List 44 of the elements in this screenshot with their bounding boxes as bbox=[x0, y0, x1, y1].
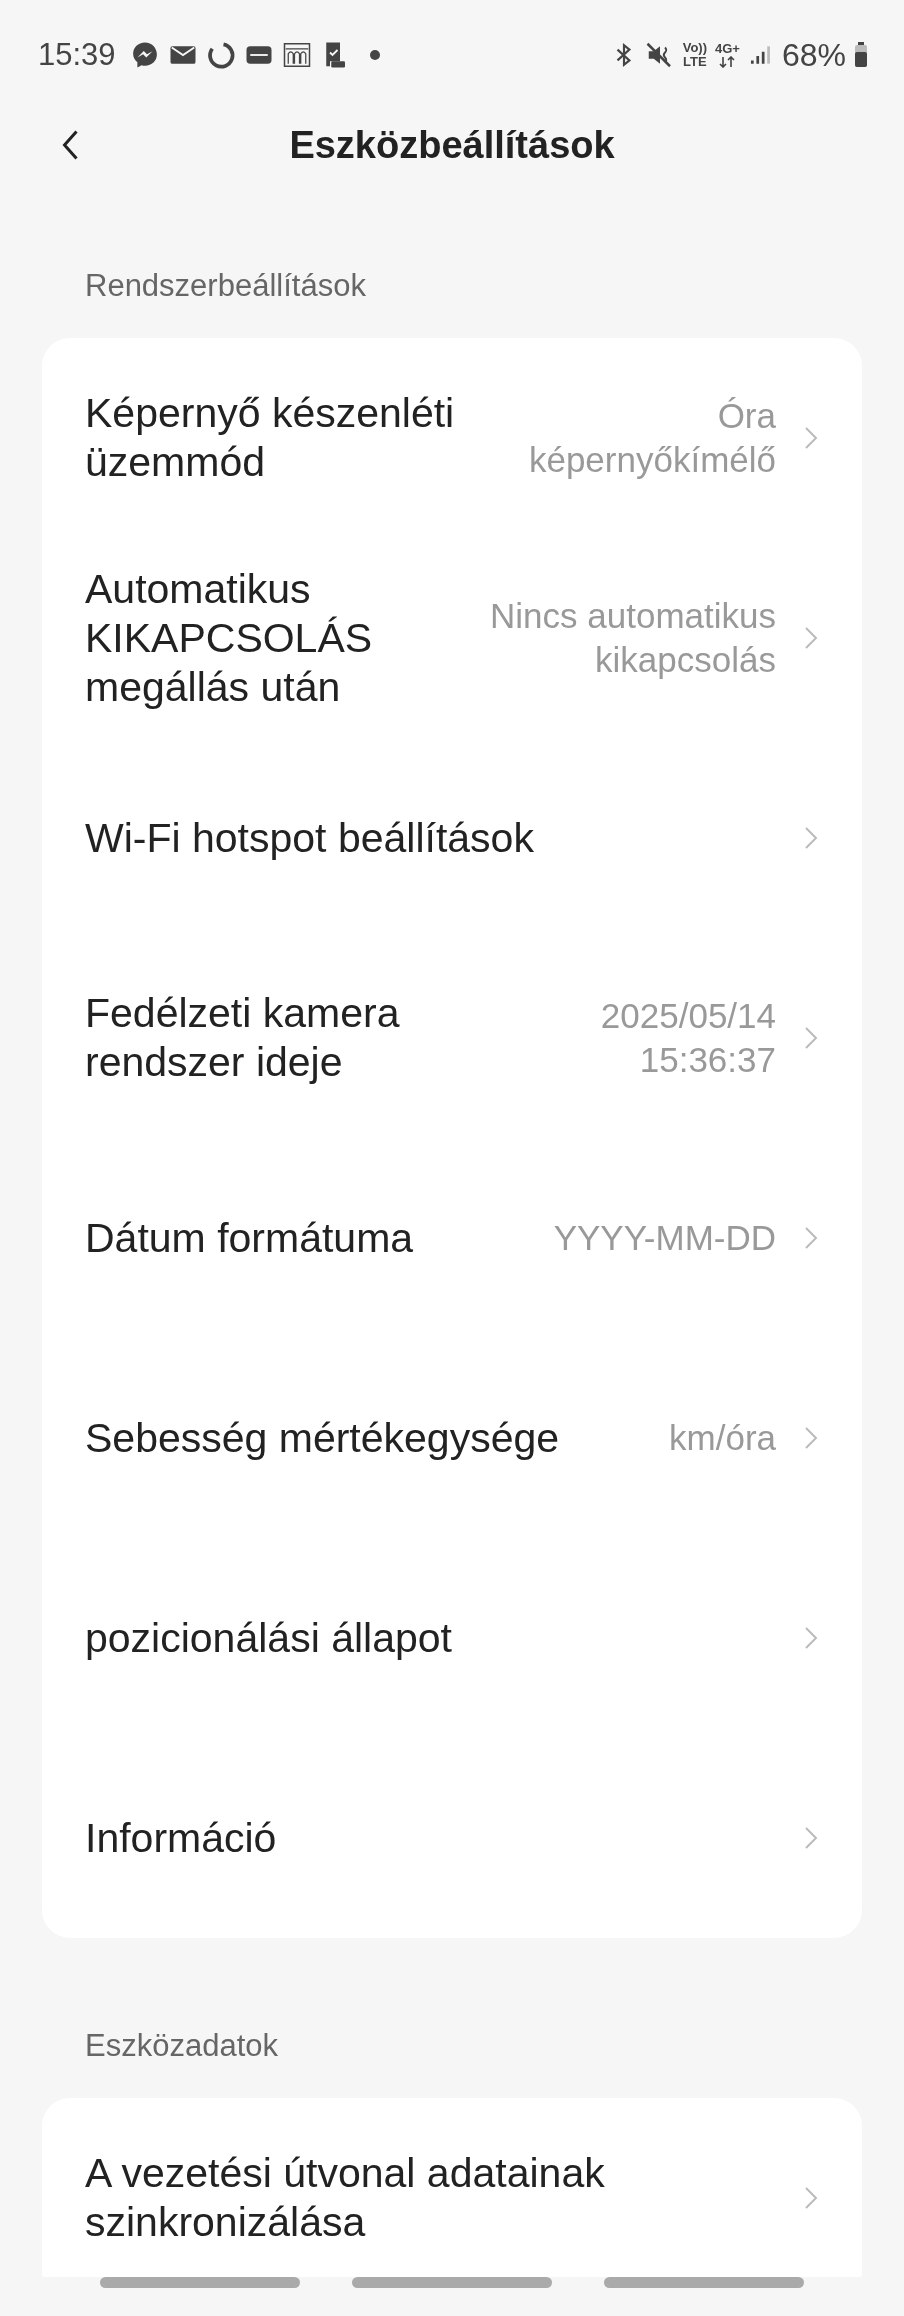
chevron-icon bbox=[804, 1426, 818, 1450]
setting-label: Sebesség mértékegysége bbox=[85, 1413, 561, 1463]
page-title: Eszközbeállítások bbox=[289, 123, 615, 167]
gallery-icon bbox=[281, 40, 312, 70]
chevron-icon bbox=[804, 1626, 818, 1650]
ring-icon bbox=[205, 40, 236, 70]
chevron-icon bbox=[804, 426, 818, 450]
volte-indicator: Vo)) LTE bbox=[682, 41, 707, 69]
battery-icon bbox=[854, 41, 868, 69]
setting-label: Wi-Fi hotspot beállítások bbox=[85, 813, 535, 863]
chevron-icon bbox=[804, 826, 818, 850]
setting-label: Fedélzeti kamera rendszer ideje bbox=[85, 989, 401, 1087]
settings-row[interactable]: pozicionálási állapot bbox=[42, 1538, 862, 1738]
settings-row[interactable]: A vezetési útvonal adatainak szinkronizálása bbox=[42, 2098, 862, 2277]
settings-row[interactable]: Dátum formátuma YYYY-MM-DD bbox=[42, 1138, 862, 1338]
settings-row[interactable]: Információ bbox=[42, 1738, 862, 1938]
chevron-icon bbox=[804, 626, 818, 650]
dot-icon bbox=[369, 50, 380, 60]
setting-value: 2025/05/14 15:36:37 bbox=[599, 995, 776, 1081]
status-time: 15:39 bbox=[38, 37, 116, 73]
settings-row[interactable]: Fedélzeti kamera rendszer ideje 2025/05/14 15:36:37 bbox=[42, 938, 862, 1138]
battery-level: 68% bbox=[781, 36, 846, 74]
network-indicator: 4G+ bbox=[715, 42, 740, 68]
section-header: Eszközadatok bbox=[85, 2028, 279, 2064]
setting-label: A vezetési útvonal adatainak szinkronizálása bbox=[85, 2149, 606, 2247]
chevron-icon bbox=[804, 2186, 818, 2210]
settings-row[interactable]: Wi-Fi hotspot beállítások bbox=[42, 738, 862, 938]
data-arrows-icon bbox=[719, 56, 736, 68]
chevron-icon bbox=[804, 1226, 818, 1250]
setting-value: km/óra bbox=[669, 1417, 776, 1459]
setting-label: Dátum formátuma bbox=[85, 1213, 415, 1263]
chevron-icon bbox=[804, 1026, 818, 1050]
settings-row[interactable]: Sebesség mértékegysége km/óra bbox=[42, 1338, 862, 1538]
setting-label: Automatikus KIKAPCSOLÁS megállás után bbox=[85, 564, 374, 712]
settings-row[interactable]: Automatikus KIKAPCSOLÁS megállás után Nincs automatikus kikapcsolás bbox=[42, 538, 862, 738]
settings-row[interactable]: Képernyő készenléti üzemmód Óra képernyőkímélő bbox=[42, 338, 862, 538]
setting-label: Képernyő készenléti üzemmód bbox=[85, 389, 456, 487]
setting-label: pozicionálási állapot bbox=[85, 1613, 453, 1663]
section-header: Rendszerbeállítások bbox=[85, 268, 367, 304]
setting-value: Óra képernyőkímélő bbox=[527, 395, 776, 481]
setting-value: Nincs automatikus kikapcsolás bbox=[489, 595, 776, 681]
setting-label: Információ bbox=[85, 1813, 278, 1863]
chevron-icon bbox=[804, 1826, 818, 1850]
setting-value: YYYY-MM-DD bbox=[553, 1217, 776, 1259]
